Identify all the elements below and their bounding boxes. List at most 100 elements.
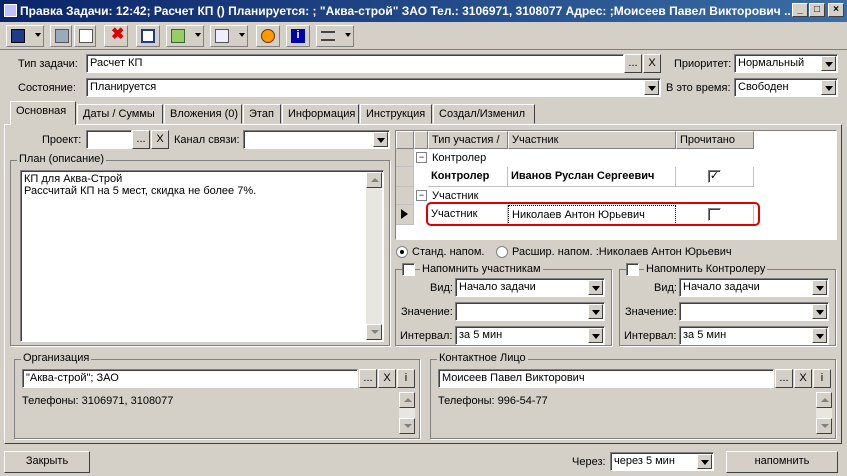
preview-icon — [79, 29, 93, 43]
read-checkbox-checked[interactable]: ✓ — [708, 170, 721, 183]
chevron-down-icon[interactable] — [588, 304, 603, 319]
scroll-down-icon[interactable] — [366, 324, 382, 340]
priority-select[interactable]: Нормальный — [734, 54, 838, 73]
value-select[interactable] — [455, 302, 605, 321]
organization-scrollbar[interactable] — [399, 392, 415, 434]
organization-clear-button[interactable]: X — [378, 369, 396, 388]
col-type-header[interactable]: Тип участия / — [428, 131, 508, 149]
channel-label: Канал связи: — [174, 134, 240, 146]
scroll-up-icon[interactable] — [366, 172, 382, 188]
list-button[interactable] — [166, 25, 204, 47]
kind-label: Вид: — [654, 282, 677, 294]
contact-info-button[interactable]: i — [813, 369, 831, 388]
collapse-icon[interactable]: − — [416, 152, 427, 163]
task-type-field[interactable]: Расчет КП — [86, 54, 624, 73]
remind-participants-label: Напомнить участникам — [420, 263, 543, 275]
chevron-down-icon[interactable] — [697, 454, 712, 469]
interval-select[interactable]: за 5 мин — [455, 326, 605, 345]
col-participant-header[interactable]: Участник — [508, 131, 676, 149]
row-gutter — [396, 167, 414, 187]
maximize-button[interactable]: □ — [809, 3, 825, 17]
window-icon — [141, 29, 155, 43]
chevron-down-icon[interactable] — [588, 280, 603, 295]
contact-field[interactable]: Моисеев Павел Викторович — [438, 369, 774, 388]
delete-button[interactable]: ✖ — [104, 25, 128, 47]
chevron-down-icon[interactable] — [821, 80, 836, 95]
info-button[interactable]: i — [286, 25, 310, 47]
scroll-down-icon[interactable] — [816, 418, 832, 434]
organization-field[interactable]: "Аква-строй"; ЗАО — [22, 369, 358, 388]
project-clear-button[interactable]: X — [151, 130, 169, 149]
remind-button[interactable]: напомнить — [726, 451, 838, 473]
chevron-down-icon[interactable] — [373, 132, 388, 147]
list-icon — [171, 29, 185, 43]
tab-info[interactable]: Информация — [282, 104, 359, 124]
tab-instruction[interactable]: Инструкция — [360, 104, 432, 124]
scroll-up-icon[interactable] — [399, 392, 415, 408]
tab-stage[interactable]: Этап — [243, 104, 281, 124]
ext-reminder-label: Расшир. напом. :Николаев Антон Юрьевич — [512, 246, 732, 258]
chevron-down-icon[interactable] — [821, 56, 836, 71]
chevron-down-icon[interactable] — [644, 80, 659, 95]
row-pointer-icon — [401, 209, 408, 219]
organization-browse-button[interactable]: ... — [359, 369, 377, 388]
contact-scrollbar[interactable] — [816, 392, 832, 434]
remind-participants-checkbox[interactable] — [402, 263, 415, 276]
chevron-down-icon[interactable] — [588, 328, 603, 343]
save-button[interactable] — [6, 25, 44, 47]
channel-select[interactable] — [243, 130, 390, 149]
info-icon: i — [291, 29, 305, 43]
kind-select[interactable]: Начало задачи — [679, 278, 829, 297]
chevron-down-icon[interactable] — [812, 304, 827, 319]
contact-browse-button[interactable]: ... — [775, 369, 793, 388]
at-time-select[interactable]: Свободен — [734, 78, 838, 97]
row-controller-type[interactable]: Контролер — [428, 167, 508, 187]
preview-button[interactable] — [74, 25, 96, 47]
remind-controller-checkbox[interactable] — [626, 263, 639, 276]
project-browse-button[interactable]: ... — [132, 130, 150, 149]
task-type-clear-button[interactable]: X — [643, 54, 661, 73]
close-window-button[interactable]: × — [828, 3, 844, 17]
options-icon — [321, 31, 335, 41]
scroll-down-icon[interactable] — [399, 418, 415, 434]
kind-label: Вид: — [430, 282, 453, 294]
options-button[interactable] — [316, 25, 354, 47]
value-label: Значение: — [625, 306, 677, 318]
card-button[interactable] — [210, 25, 248, 47]
ext-reminder-radio[interactable] — [496, 246, 508, 258]
value-label: Значение: — [401, 306, 453, 318]
col-read-header[interactable]: Прочитано — [676, 131, 754, 149]
tab-main[interactable]: Основная — [10, 101, 76, 125]
tab-dates[interactable]: Даты / Суммы — [77, 104, 163, 124]
chevron-down-icon[interactable] — [812, 328, 827, 343]
minimize-button[interactable]: _ — [792, 3, 808, 17]
collapse-icon[interactable]: − — [416, 190, 427, 201]
value-select[interactable] — [679, 302, 829, 321]
plan-label: План (описание) — [17, 153, 107, 165]
remind-controller-label: Напомнить Контролеру — [644, 263, 768, 275]
through-select[interactable]: через 5 мин — [610, 452, 714, 471]
print-button[interactable] — [50, 25, 72, 47]
tab-attachments[interactable]: Вложения (0) — [164, 104, 242, 124]
scroll-up-icon[interactable] — [816, 392, 832, 408]
row-controller-read[interactable]: ✓ — [676, 167, 754, 187]
window-button[interactable] — [136, 25, 160, 47]
contact-clear-button[interactable]: X — [794, 369, 812, 388]
tab-created-changed[interactable]: Создал/Изменил — [433, 104, 535, 124]
std-reminder-radio[interactable] — [396, 246, 408, 258]
project-label: Проект: — [42, 134, 82, 146]
plan-scrollbar[interactable] — [366, 172, 382, 340]
kind-select[interactable]: Начало задачи — [455, 278, 605, 297]
task-type-browse-button[interactable]: ... — [624, 54, 642, 73]
state-select[interactable]: Планируется — [86, 78, 661, 97]
interval-select[interactable]: за 5 мин — [679, 326, 829, 345]
row-controller-name[interactable]: Иванов Руслан Сергеевич — [508, 167, 676, 187]
organization-info-button[interactable]: i — [397, 369, 415, 388]
group-controller: Контролер — [432, 152, 487, 164]
contact-phones: Телефоны: 996-54-77 — [438, 395, 548, 407]
project-field[interactable] — [86, 130, 132, 149]
clock-button[interactable] — [256, 25, 280, 47]
close-button[interactable]: Закрыть — [4, 451, 90, 473]
chevron-down-icon[interactable] — [812, 280, 827, 295]
plan-textarea[interactable]: КП для Аква-Строй Рассчитай КП на 5 мест… — [20, 170, 384, 342]
